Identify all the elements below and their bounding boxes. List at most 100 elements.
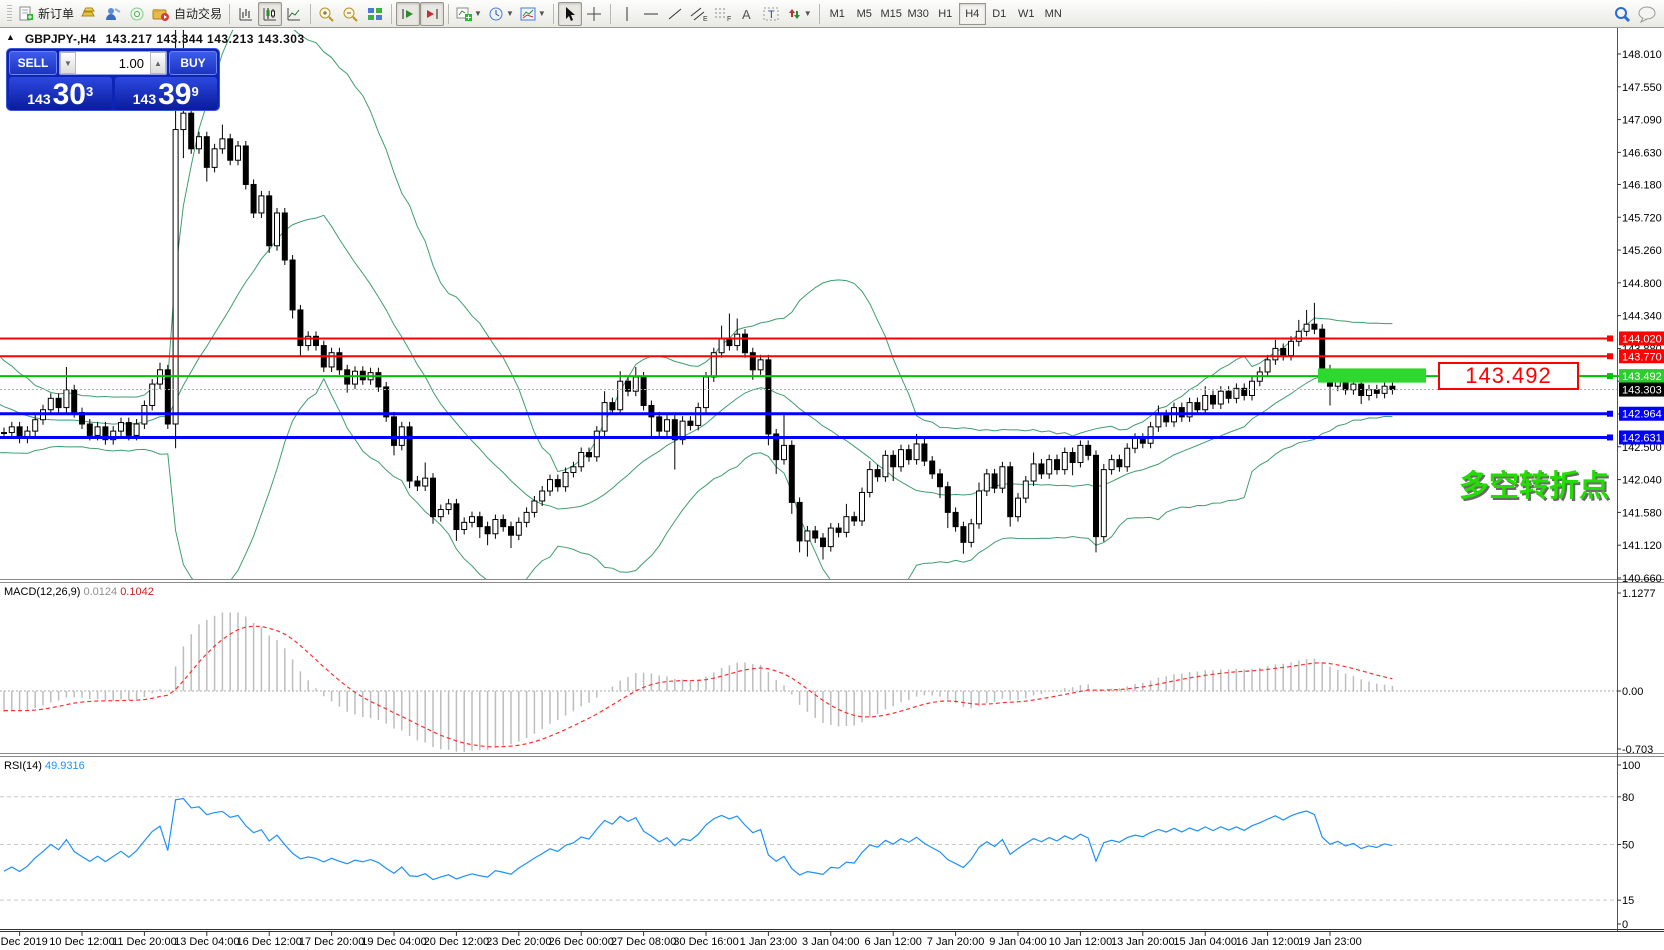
price-axis-label: 141.580 (1622, 507, 1662, 519)
price-axis-label: 140.660 (1622, 573, 1662, 585)
volume-field[interactable]: ▼ 1.00 ▲ (59, 51, 167, 75)
bull-candle (735, 334, 740, 345)
tile-windows-button[interactable] (363, 2, 387, 26)
symbol-info-bar[interactable]: ▲ GBPJPY-,H4 143.217 143.344 143.213 143… (6, 32, 305, 46)
turning-point-annotation[interactable]: 多空转折点 (1404, 461, 1609, 505)
timeframe-m30[interactable]: M30 (905, 3, 932, 25)
zoom-out-button[interactable] (339, 2, 363, 26)
chat-bubble-icon (1637, 5, 1657, 23)
timeframe-m1[interactable]: M1 (824, 3, 851, 25)
bear-candle (688, 421, 693, 425)
timeframe-h1[interactable]: H1 (932, 3, 959, 25)
chat-button[interactable] (1634, 2, 1660, 26)
bull-candle (197, 137, 202, 149)
candlestick-chart-button[interactable] (258, 2, 282, 26)
channel-icon: E (690, 6, 708, 22)
text-label-icon: T (763, 6, 779, 22)
volume-value[interactable]: 1.00 (76, 56, 150, 71)
market-watch-button[interactable] (101, 2, 125, 26)
arrows-button[interactable]: ▼ (783, 2, 815, 26)
price-axis-label: 145.720 (1622, 212, 1662, 224)
bear-candle (485, 527, 490, 534)
price-callout-box[interactable]: 143.492 (1438, 362, 1579, 390)
auto-trading-button[interactable]: 自动交易 (149, 2, 225, 26)
green-zone-rectangle[interactable] (1318, 368, 1426, 382)
buy-button[interactable]: BUY (169, 51, 217, 75)
text-label-button[interactable]: T (759, 2, 783, 26)
templates-button[interactable]: ▼ (517, 2, 549, 26)
svg-text:F: F (727, 16, 731, 22)
timeframe-w1[interactable]: W1 (1013, 3, 1040, 25)
horizontal-line-button[interactable] (639, 2, 663, 26)
timeframe-m5[interactable]: M5 (851, 3, 878, 25)
bull-candle (984, 474, 989, 491)
bull-candle (696, 408, 701, 426)
time-axis-label: 9 Jan 04:00 (989, 936, 1047, 948)
auto-trading-label: 自动交易 (174, 5, 222, 22)
bar-chart-button[interactable] (234, 2, 258, 26)
bull-candle (532, 501, 537, 512)
line-chart-button[interactable] (282, 2, 306, 26)
bear-candle (87, 424, 92, 435)
bear-candle (1312, 324, 1317, 329)
bear-candle (961, 527, 966, 543)
new-order-button[interactable]: 新订单 (15, 2, 77, 26)
timeframe-d1[interactable]: D1 (986, 3, 1013, 25)
volume-increase-button[interactable]: ▲ (150, 52, 166, 74)
bull-candle (579, 453, 584, 467)
bull-candle (828, 528, 833, 547)
time-axis-label: 15 Jan 04:00 (1173, 936, 1237, 948)
timeframe-mn[interactable]: MN (1040, 3, 1067, 25)
bear-candle (1055, 460, 1060, 470)
text-button[interactable]: A (735, 2, 759, 26)
bear-candle (587, 453, 592, 457)
bull-candle (259, 196, 264, 213)
timeframe-m15[interactable]: M15 (878, 3, 905, 25)
gold-bars-button[interactable] (77, 2, 101, 26)
new-chart-icon (456, 6, 472, 22)
collapse-triangle-icon[interactable]: ▲ (6, 32, 15, 46)
symbol-period-label: GBPJPY-,H4 (25, 32, 96, 46)
chart-shift-button[interactable] (420, 2, 444, 26)
crosshair-button[interactable] (582, 2, 606, 26)
bull-candle (524, 512, 529, 522)
fibonacci-button[interactable]: F (711, 2, 735, 26)
bull-candle (1156, 415, 1161, 427)
time-axis-label: 1 Jan 23:00 (740, 936, 798, 948)
search-button[interactable] (1610, 2, 1634, 26)
bear-candle (1281, 348, 1286, 355)
time-axis-label: 26 Dec 00:00 (548, 936, 613, 948)
bull-candle (899, 450, 904, 467)
bear-candle (922, 444, 927, 461)
signals-icon (128, 6, 146, 22)
new-chart-button[interactable]: ▼ (453, 2, 485, 26)
sell-button[interactable]: SELL (9, 51, 57, 75)
bear-candle (477, 517, 482, 527)
price-tag-label: 143.770 (1622, 351, 1662, 363)
toolbar-drag-handle[interactable] (7, 5, 12, 23)
bear-candle (1094, 455, 1099, 536)
periods-button[interactable]: ▼ (485, 2, 517, 26)
volume-decrease-button[interactable]: ▼ (60, 52, 76, 74)
equidistant-channel-button[interactable]: E (687, 2, 711, 26)
bear-candle (813, 531, 818, 538)
zoom-in-button[interactable] (315, 2, 339, 26)
zoom-in-icon (318, 6, 336, 22)
fibonacci-icon: F (714, 6, 732, 22)
trendline-button[interactable] (663, 2, 687, 26)
cursor-button[interactable] (558, 2, 582, 26)
bull-candle (1304, 324, 1309, 331)
buy-price-panel[interactable]: 143 39 9 (115, 77, 218, 110)
ohlc-values: 143.217 143.344 143.213 143.303 (106, 32, 305, 46)
time-axis-label: 16 Jan 12:00 (1236, 936, 1300, 948)
sell-price-panel[interactable]: 143 30 3 (9, 77, 112, 110)
bear-candle (1086, 445, 1091, 455)
bear-candle (509, 527, 514, 536)
timeframe-h4[interactable]: H4 (959, 3, 986, 25)
timeframe-group: M1M5M15M30H1H4D1W1MN (824, 3, 1067, 25)
bull-candle (1078, 445, 1083, 462)
vertical-line-button[interactable] (615, 2, 639, 26)
signals-button[interactable] (125, 2, 149, 26)
auto-scroll-button[interactable] (396, 2, 420, 26)
bear-candle (727, 338, 732, 345)
